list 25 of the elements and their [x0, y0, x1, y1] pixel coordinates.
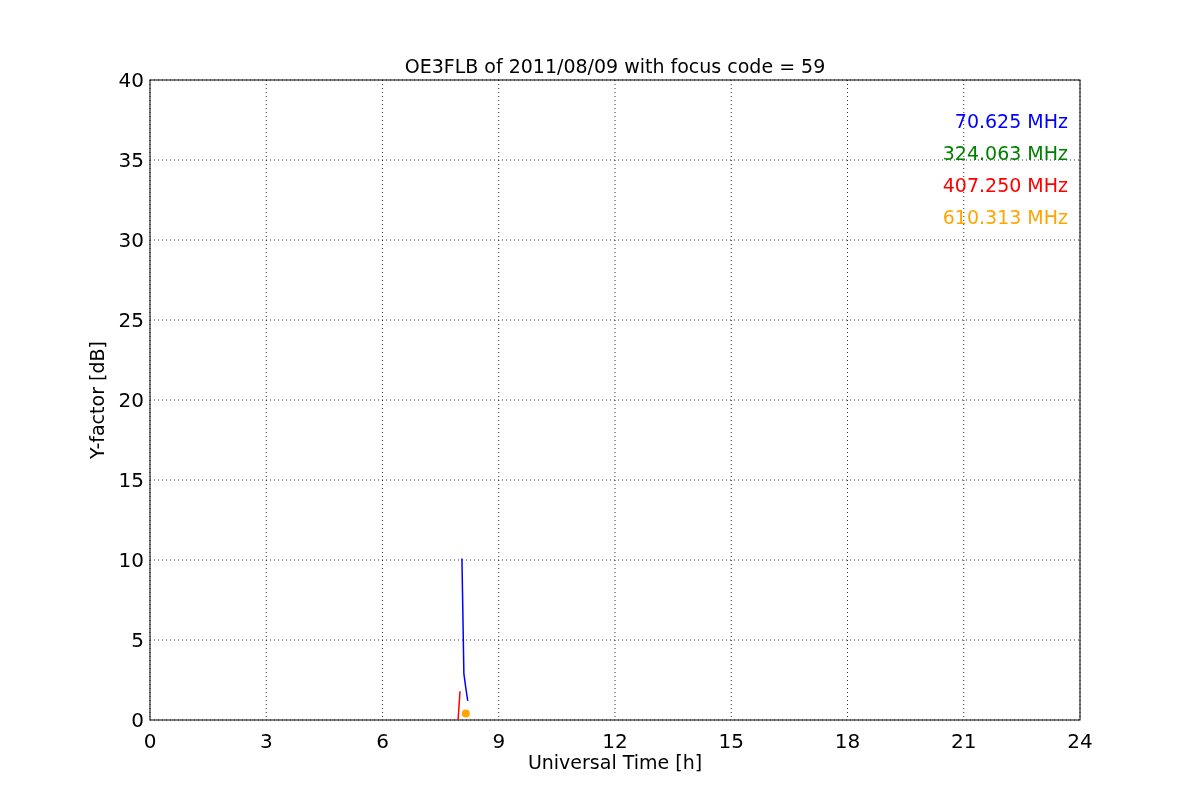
y-tick-label: 25 [118, 308, 144, 332]
y-tick-label: 15 [118, 468, 144, 492]
x-tick-label: 12 [602, 729, 628, 753]
y-tick-label: 30 [118, 228, 144, 252]
y-axis-label: Y-factor [dB] [86, 341, 108, 459]
x-tick-label: 3 [259, 729, 273, 753]
y-tick-label: 0 [131, 708, 144, 732]
x-tick-label: 24 [1067, 729, 1093, 753]
y-tick-label: 5 [131, 628, 144, 652]
x-tick-label: 0 [143, 729, 157, 753]
legend-label: 407.250 MHz [942, 174, 1068, 196]
legend-label: 70.625 MHz [954, 110, 1068, 132]
x-tick-label: 18 [834, 729, 861, 753]
legend-label: 610.313 MHz [942, 206, 1068, 228]
x-axis-label: Universal Time [h] [527, 751, 703, 773]
chart-title: OE3FLB of 2011/08/09 with focus code = 59 [404, 55, 826, 77]
y-tick-label: 35 [118, 148, 144, 172]
x-tick-label: 9 [492, 729, 506, 753]
x-tick-label: 21 [951, 729, 977, 753]
y-tick-label: 40 [118, 68, 144, 92]
legend-label: 324.063 MHz [942, 142, 1068, 164]
y-tick-label: 10 [118, 548, 144, 572]
x-tick-label: 6 [376, 729, 389, 753]
x-tick-label: 15 [718, 729, 744, 753]
y-tick-label: 20 [118, 388, 144, 412]
